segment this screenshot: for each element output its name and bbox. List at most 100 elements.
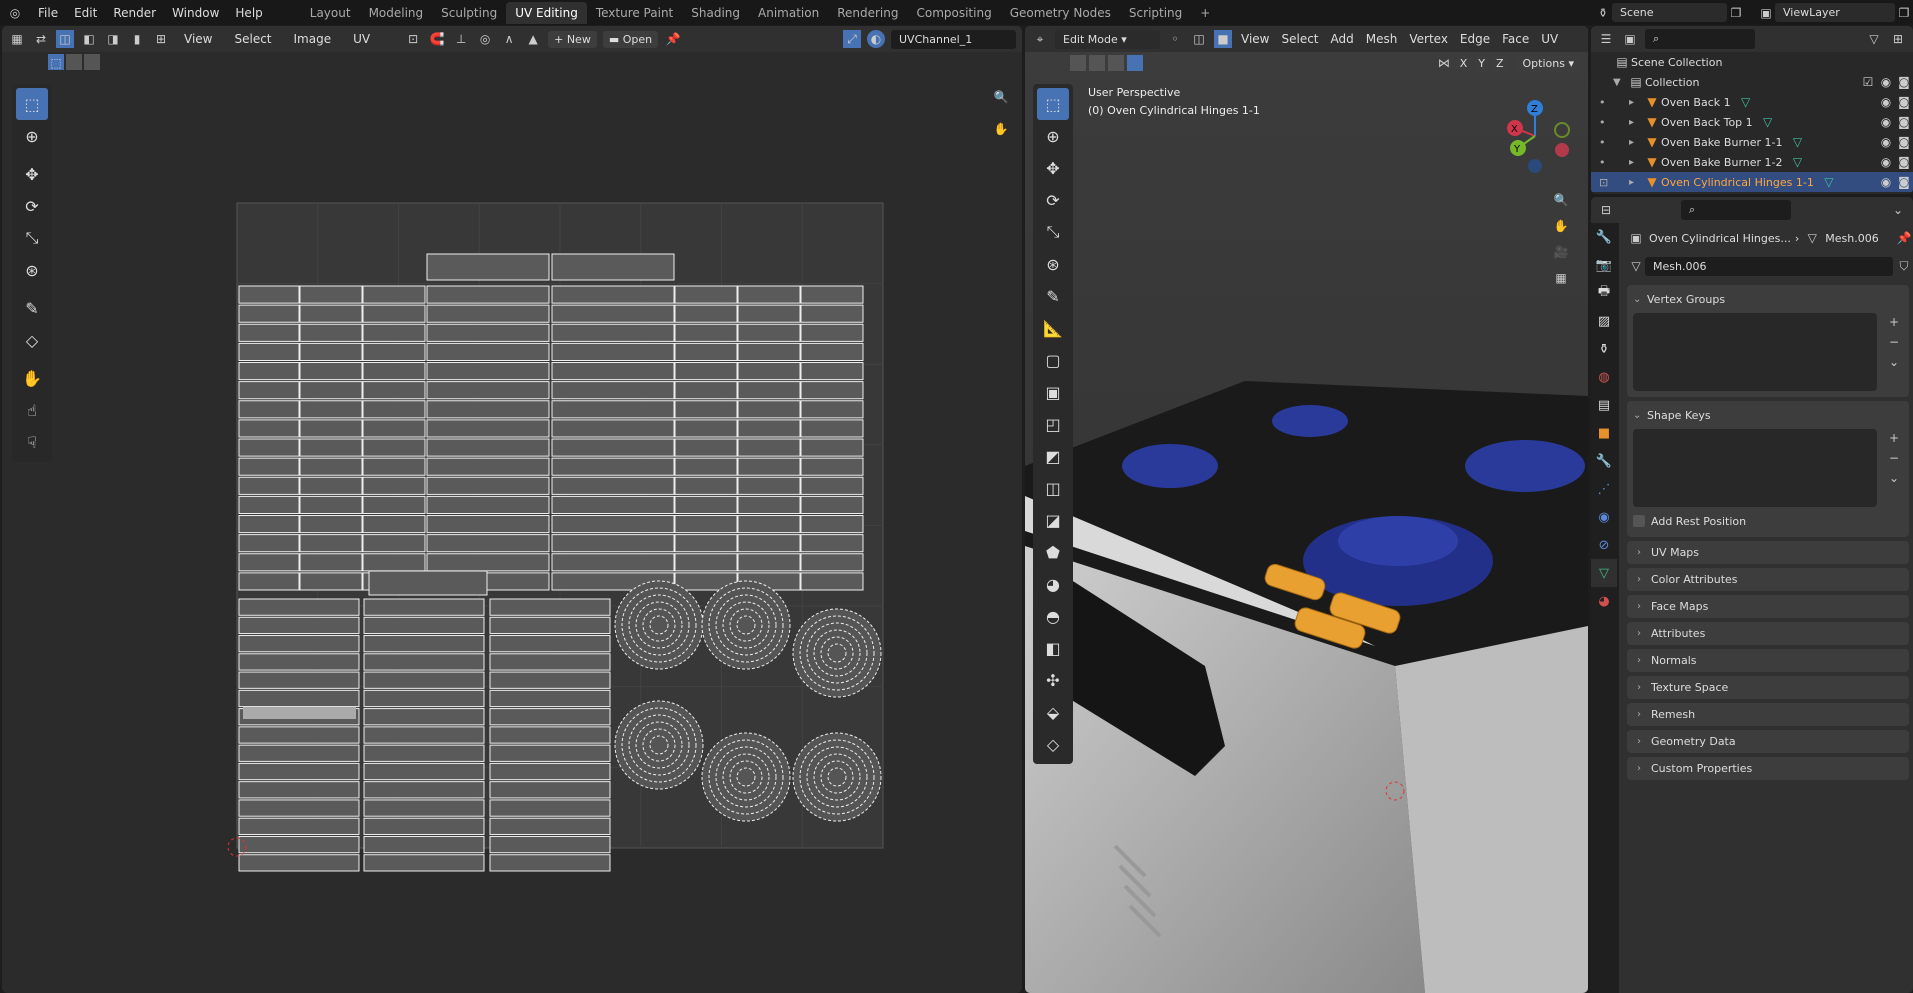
outliner-item[interactable]: • ▸ ▼ Oven Bake Burner 1-1 ▽ ◉ ◙ — [1591, 132, 1913, 152]
scene-tab-icon[interactable]: ⚱ — [1591, 335, 1617, 363]
new-viewlayer-icon[interactable]: ❐ — [1895, 4, 1913, 22]
cursor-tool-icon[interactable]: ⊕ — [1037, 120, 1069, 152]
navigation-gizmo[interactable]: Z X Y — [1490, 86, 1580, 196]
render-camera-icon[interactable]: ◙ — [1895, 93, 1913, 111]
visibility-eye-icon[interactable]: ◉ — [1877, 173, 1895, 191]
panel-texture-space[interactable]: › Texture Space — [1627, 676, 1909, 699]
visibility-eye-icon[interactable]: ◉ — [1877, 73, 1895, 91]
expand-icon[interactable]: ▼ — [1613, 77, 1627, 88]
vp-menu-mesh[interactable]: Mesh — [1363, 32, 1401, 46]
select-subtract-icon[interactable] — [1108, 55, 1124, 71]
measure-tool-icon[interactable]: 📐 — [1037, 312, 1069, 344]
dot-icon[interactable]: • — [1599, 116, 1629, 129]
transform-tool-icon[interactable]: ⊛ — [1037, 248, 1069, 280]
mirror-y-toggle[interactable]: Y — [1474, 55, 1489, 71]
vertex-mode-icon[interactable]: ◦ — [1166, 30, 1184, 48]
vp-menu-face[interactable]: Face — [1499, 32, 1532, 46]
output-tab-icon[interactable]: 🖶 — [1591, 279, 1617, 307]
outliner-item[interactable]: • ▸ ▼ Oven Back Top 1 ▽ ◉ ◙ — [1591, 112, 1913, 132]
visibility-eye-icon[interactable]: ◉ — [1877, 93, 1895, 111]
tab-geometry-nodes[interactable]: Geometry Nodes — [1001, 2, 1120, 24]
tab-rendering[interactable]: Rendering — [828, 2, 907, 24]
tab-shading[interactable]: Shading — [682, 2, 749, 24]
vertex-group-menu-icon[interactable]: ⌄ — [1885, 353, 1903, 371]
expand-icon[interactable]: ▸ — [1629, 97, 1643, 108]
mesh-data-icon[interactable]: ▽ — [1759, 113, 1777, 131]
exclude-checkbox[interactable]: ☑ — [1859, 73, 1877, 91]
tab-uv-editing[interactable]: UV Editing — [506, 1, 587, 24]
expand-icon[interactable]: ▸ — [1629, 117, 1643, 128]
vertex-groups-list[interactable] — [1633, 313, 1877, 391]
mirror-x-toggle[interactable]: X — [1455, 55, 1472, 71]
render-tab-icon[interactable]: 📷 — [1591, 251, 1617, 279]
properties-search[interactable]: ⌕ — [1681, 200, 1791, 220]
panel-remesh[interactable]: › Remesh — [1627, 703, 1909, 726]
face-mode-icon[interactable]: ■ — [1214, 30, 1232, 48]
rotate-tool-icon[interactable]: ⟳ — [1037, 184, 1069, 216]
tab-texture-paint[interactable]: Texture Paint — [587, 2, 682, 24]
tab-scripting[interactable]: Scripting — [1120, 2, 1191, 24]
panel-uv-maps[interactable]: › UV Maps — [1627, 541, 1909, 564]
vp-menu-view[interactable]: View — [1238, 32, 1272, 46]
filter-icon[interactable]: ▽ — [1865, 30, 1883, 48]
select-new-icon[interactable] — [1070, 55, 1086, 71]
inset-tool-icon[interactable]: ◰ — [1037, 408, 1069, 440]
panel-color-attributes[interactable]: › Color Attributes — [1627, 568, 1909, 591]
mesh-data-icon[interactable]: ▽ — [1789, 133, 1807, 151]
outliner-item[interactable]: • ▸ ▼ Oven Bake Burner 1-2 ▽ ◉ ◙ — [1591, 152, 1913, 172]
modifier-tab-icon[interactable]: 🔧 — [1591, 447, 1617, 475]
mesh-data-icon[interactable]: ▽ — [1789, 153, 1807, 171]
render-camera-icon[interactable]: ◙ — [1895, 173, 1913, 191]
mesh-data-icon[interactable]: ▽ — [1737, 93, 1755, 111]
select-intersect-icon[interactable] — [1127, 55, 1143, 71]
vp-menu-uv[interactable]: UV — [1538, 32, 1561, 46]
edge-mode-icon[interactable]: ◫ — [1190, 30, 1208, 48]
mesh-browse-icon[interactable]: ▽ — [1627, 257, 1645, 275]
smooth-tool-icon[interactable]: ◓ — [1037, 600, 1069, 632]
new-collection-icon[interactable]: ⊞ — [1889, 30, 1907, 48]
expand-icon[interactable]: ▸ — [1629, 157, 1643, 168]
visibility-eye-icon[interactable]: ◉ — [1877, 153, 1895, 171]
editor-type-icon[interactable]: ☰ — [1597, 30, 1615, 48]
pan-icon[interactable]: ✋ — [1552, 217, 1570, 235]
tab-layout[interactable]: Layout — [301, 2, 360, 24]
select-box-tool-icon[interactable]: ⬚ — [1037, 88, 1069, 120]
panel-geometry-data[interactable]: › Geometry Data — [1627, 730, 1909, 753]
render-camera-icon[interactable]: ◙ — [1895, 133, 1913, 151]
mesh-name-field[interactable]: Mesh.006 — [1645, 256, 1893, 276]
fake-user-shield-icon[interactable]: ⛉ — [1895, 257, 1913, 275]
mode-selector[interactable]: Edit Mode ▾ — [1055, 29, 1160, 49]
perspective-toggle-icon[interactable]: ▦ — [1552, 269, 1570, 287]
scale-tool-icon[interactable]: ⤡ — [1037, 216, 1069, 248]
extrude-tool-icon[interactable]: ▣ — [1037, 376, 1069, 408]
add-vertex-group-icon[interactable]: + — [1885, 313, 1903, 331]
knife-tool-icon[interactable]: ◪ — [1037, 504, 1069, 536]
dot-icon[interactable]: • — [1599, 96, 1629, 109]
add-cube-tool-icon[interactable]: ▢ — [1037, 344, 1069, 376]
options-chevron-icon[interactable]: ⌄ — [1889, 201, 1907, 219]
scene-selector[interactable]: Scene — [1612, 3, 1727, 22]
menu-file[interactable]: File — [30, 6, 66, 20]
rip-tool-icon[interactable]: ◇ — [1037, 728, 1069, 760]
editor-type-icon[interactable]: ⌖ — [1031, 30, 1049, 48]
add-rest-position-checkbox[interactable] — [1633, 515, 1645, 527]
blender-logo-icon[interactable]: ◎ — [6, 4, 24, 22]
panel-custom-properties[interactable]: › Custom Properties — [1627, 757, 1909, 780]
add-rest-position-row[interactable]: Add Rest Position — [1633, 511, 1903, 531]
mesh-data-icon[interactable]: ▽ — [1820, 173, 1838, 191]
tool-tab-icon[interactable]: 🔧 — [1591, 223, 1617, 251]
collection-tab-icon[interactable]: ▤ — [1591, 391, 1617, 419]
vertex-groups-header[interactable]: ⌄ Vertex Groups — [1633, 289, 1903, 309]
poly-build-tool-icon[interactable]: ⬟ — [1037, 536, 1069, 568]
shear-tool-icon[interactable]: ⬙ — [1037, 696, 1069, 728]
menu-render[interactable]: Render — [105, 6, 164, 20]
object-tab-icon[interactable]: ■ — [1591, 419, 1617, 447]
options-dropdown[interactable]: Options ▾ — [1516, 54, 1580, 72]
new-scene-icon[interactable]: ❐ — [1727, 4, 1745, 22]
annotate-tool-icon[interactable]: ✎ — [1037, 280, 1069, 312]
render-camera-icon[interactable]: ◙ — [1895, 153, 1913, 171]
select-extend-icon[interactable] — [1089, 55, 1105, 71]
outliner-item[interactable]: • ▸ ▼ Oven Back 1 ▽ ◉ ◙ — [1591, 92, 1913, 112]
add-workspace-button[interactable]: + — [1191, 2, 1219, 24]
visibility-eye-icon[interactable]: ◉ — [1877, 113, 1895, 131]
